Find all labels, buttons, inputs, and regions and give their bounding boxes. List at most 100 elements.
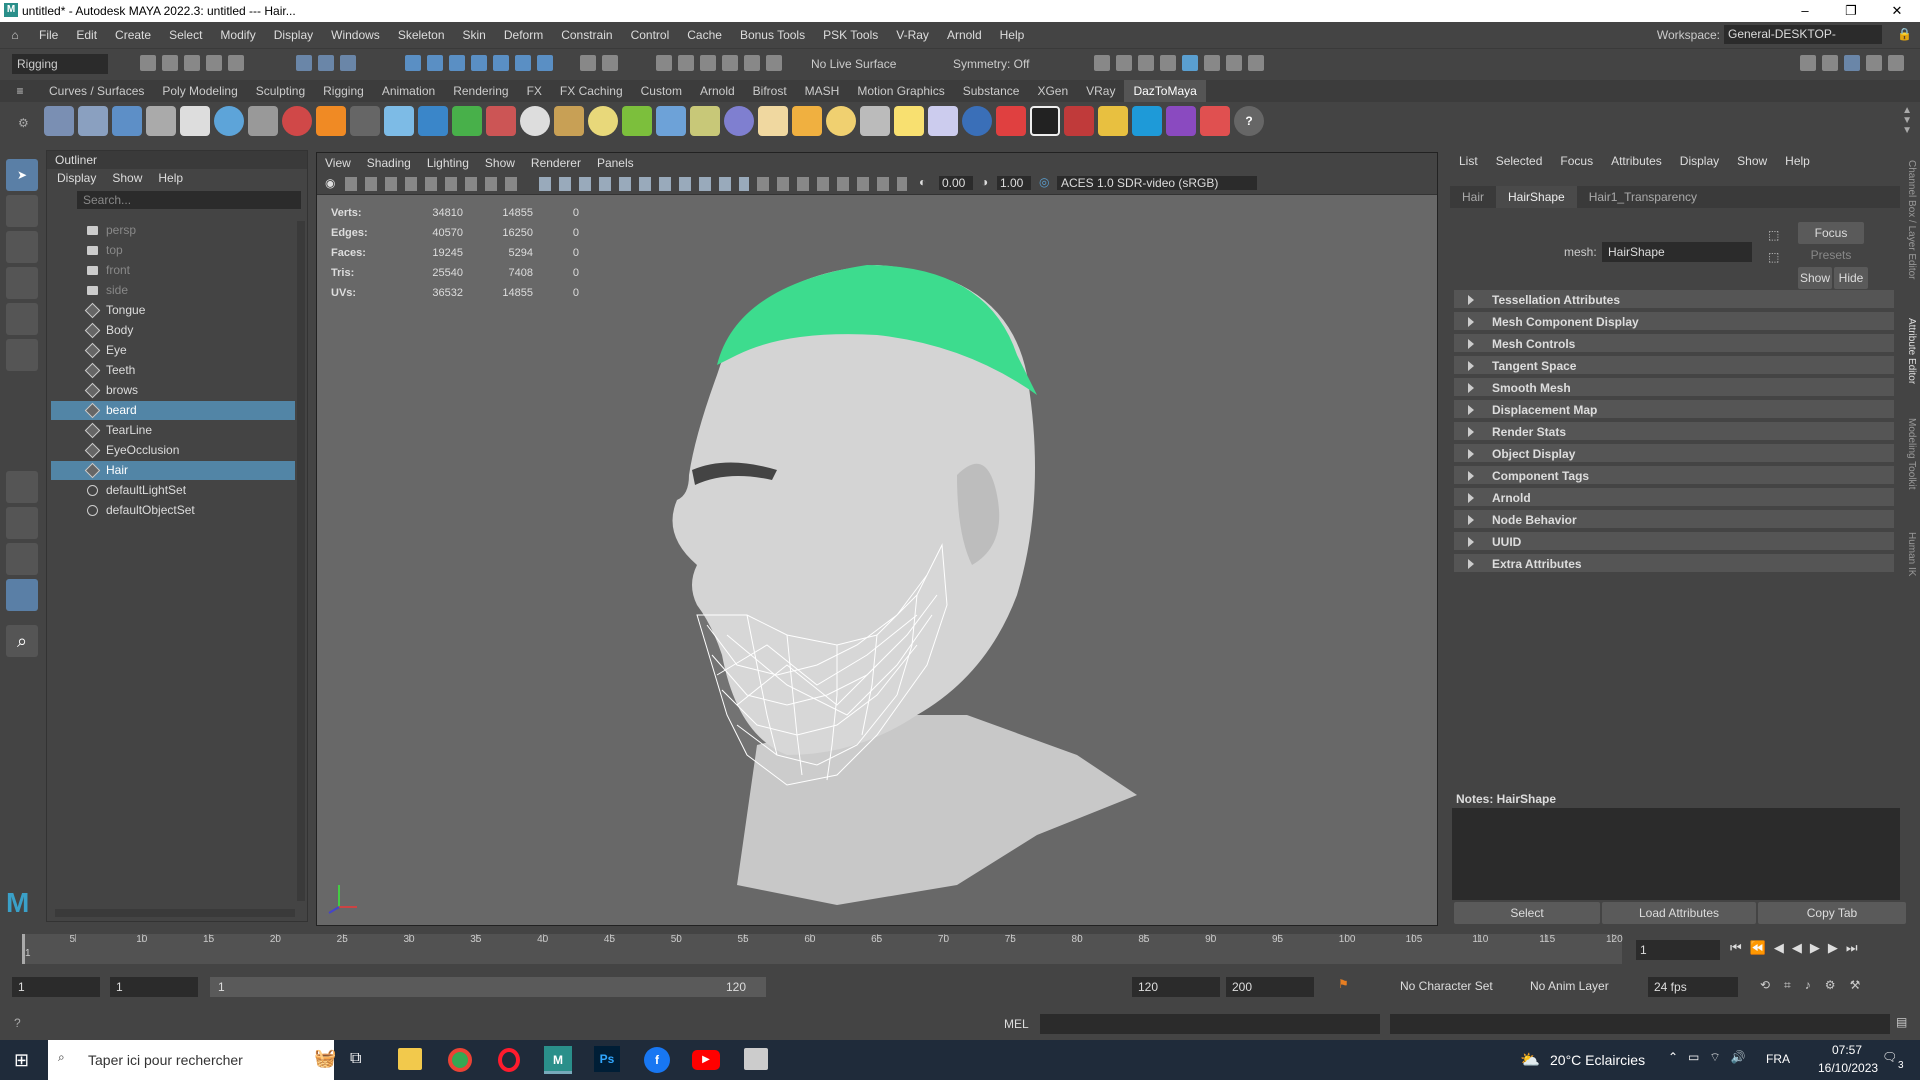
shelf-tab[interactable]: Poly Modeling xyxy=(153,80,246,102)
step-back-key-icon[interactable]: ⏪ xyxy=(1750,940,1774,955)
load-node-icon[interactable]: ⬚ xyxy=(1768,250,1779,264)
spotlight-icon[interactable] xyxy=(860,106,890,136)
ae-section-header[interactable]: Mesh Component Display xyxy=(1454,312,1894,332)
dome-icon[interactable] xyxy=(758,106,788,136)
snap-view-icon[interactable] xyxy=(471,55,487,71)
end-frame-field[interactable]: 120 xyxy=(1132,977,1220,997)
tool-settings-icon[interactable] xyxy=(1866,55,1882,71)
shelf-tab[interactable]: XGen xyxy=(1028,80,1077,102)
color-management-icon[interactable]: ◎ xyxy=(1039,175,1049,189)
vp-menu-view[interactable]: View xyxy=(317,156,359,170)
range-bar[interactable]: 1 120 xyxy=(210,977,766,997)
sun-icon[interactable] xyxy=(826,106,856,136)
globe-icon[interactable] xyxy=(588,106,618,136)
render-current-icon[interactable] xyxy=(1116,55,1132,71)
go-end-icon[interactable]: ⏭ xyxy=(1846,940,1866,955)
select-tool-icon[interactable]: ➤ xyxy=(6,159,38,191)
app-window-icon[interactable] xyxy=(744,1048,768,1070)
notes-textarea[interactable] xyxy=(1452,808,1900,900)
menu-help[interactable]: Help xyxy=(991,28,1034,42)
shading-ball-icon[interactable] xyxy=(520,106,550,136)
language-indicator[interactable]: FRA xyxy=(1766,1052,1790,1066)
vp-menu-shading[interactable]: Shading xyxy=(359,156,419,170)
menu-create[interactable]: Create xyxy=(106,28,160,42)
daz-import-icon[interactable] xyxy=(44,106,74,136)
ae-section-header[interactable]: Component Tags xyxy=(1454,466,1894,486)
cloud-icon[interactable] xyxy=(1132,106,1162,136)
menu-constrain[interactable]: Constrain xyxy=(552,28,621,42)
menuset-dropdown[interactable]: Rigging xyxy=(12,54,108,74)
script-editor-icon[interactable]: ▤ xyxy=(1896,1015,1907,1029)
ae-menu-list[interactable]: List xyxy=(1450,154,1487,168)
outliner-menu-show[interactable]: Show xyxy=(112,169,142,187)
ipr-render-icon[interactable] xyxy=(678,55,694,71)
menu-skin[interactable]: Skin xyxy=(454,28,495,42)
symmetry-dropdown[interactable]: Symmetry: Off xyxy=(948,54,1038,74)
modeling-toolkit-icon[interactable] xyxy=(1800,55,1816,71)
outliner-item[interactable]: side xyxy=(51,281,295,300)
notepad-icon[interactable] xyxy=(180,106,210,136)
menu-modify[interactable]: Modify xyxy=(211,28,264,42)
ae-menu-help[interactable]: Help xyxy=(1776,154,1819,168)
shelf-tab[interactable]: Motion Graphics xyxy=(848,80,953,102)
file-explorer-icon[interactable] xyxy=(398,1048,422,1070)
shelf-tab[interactable]: Sculpting xyxy=(247,80,314,102)
new-scene-icon[interactable] xyxy=(140,55,156,71)
move-tool-icon[interactable] xyxy=(6,267,38,299)
pause-icon[interactable] xyxy=(1248,55,1264,71)
step-back-icon[interactable]: ◀ xyxy=(1774,940,1792,955)
ae-section-header[interactable]: Arnold xyxy=(1454,488,1894,508)
select-hierarchy-icon[interactable] xyxy=(296,55,312,71)
undo-icon[interactable] xyxy=(206,55,222,71)
anim-layer-dropdown[interactable]: No Anim Layer xyxy=(1530,979,1609,993)
construction-history-icon[interactable] xyxy=(602,55,618,71)
blue-sphere-icon[interactable] xyxy=(962,106,992,136)
shelf-tab[interactable]: Custom xyxy=(632,80,691,102)
current-frame-field[interactable]: 1 xyxy=(1636,940,1720,960)
outliner-hscrollbar[interactable] xyxy=(55,909,295,917)
curve-hair-icon[interactable] xyxy=(690,106,720,136)
outliner-item[interactable]: defaultLightSet xyxy=(51,481,295,500)
start-frame-field[interactable]: 1 xyxy=(12,977,100,997)
colorspace-dropdown[interactable]: ACES 1.0 SDR-video (sRGB) xyxy=(1057,176,1257,190)
terrain-icon[interactable] xyxy=(452,106,482,136)
search-icon[interactable]: ⌕ xyxy=(6,625,38,657)
ae-menu-show[interactable]: Show xyxy=(1728,154,1776,168)
clock-date[interactable]: 16/10/2023 xyxy=(1818,1061,1878,1075)
workspace-dropdown[interactable]: General-DESKTOP-C96IEDB* xyxy=(1724,25,1882,60)
weather-text[interactable]: 20°C Eclaircies xyxy=(1550,1052,1645,1068)
menu-display[interactable]: Display xyxy=(265,28,322,42)
notification-icon[interactable]: 🗨 xyxy=(1882,1050,1897,1064)
minimize-button[interactable]: – xyxy=(1782,0,1828,22)
render-frame-icon[interactable] xyxy=(656,55,672,71)
task-view-icon[interactable]: ⧉ xyxy=(350,1050,361,1068)
select-object-icon[interactable] xyxy=(318,55,334,71)
anim-start-field[interactable]: 1 xyxy=(110,977,198,997)
snap-grid-icon[interactable] xyxy=(405,55,421,71)
render-setup-icon[interactable] xyxy=(744,55,760,71)
outliner-search-input[interactable]: Search... xyxy=(77,191,301,209)
outliner-item[interactable]: front xyxy=(51,261,295,280)
lock-icon[interactable]: 🔒 xyxy=(1897,27,1912,41)
outliner-layout-icon[interactable] xyxy=(6,579,38,611)
clock-time[interactable]: 07:57 xyxy=(1832,1043,1862,1057)
ae-select-button[interactable]: Select xyxy=(1454,902,1600,924)
outliner-item[interactable]: Body xyxy=(51,321,295,340)
ae-section-header[interactable]: Extra Attributes xyxy=(1454,554,1894,574)
lasso-tool-icon[interactable] xyxy=(6,195,38,227)
camera-attributes-icon[interactable]: ◉ xyxy=(325,176,335,190)
ae-section-header[interactable]: Mesh Controls xyxy=(1454,334,1894,354)
outliner-item[interactable]: beard xyxy=(51,401,295,420)
shelf-tab[interactable]: Rendering xyxy=(444,80,517,102)
shelf-tab[interactable]: Arnold xyxy=(691,80,744,102)
outliner-item[interactable]: Hair xyxy=(51,461,295,480)
menu-windows[interactable]: Windows xyxy=(322,28,389,42)
arnold-render-icon[interactable] xyxy=(1182,55,1198,71)
shelf-tab[interactable]: Substance xyxy=(954,80,1029,102)
history-icon[interactable] xyxy=(580,55,596,71)
menu-arnold[interactable]: Arnold xyxy=(938,28,991,42)
timeline-track[interactable]: 1 5 10 15 20 25 30 35 40 45 50 55 60 65 70 75 80 85 90 95 1… xyxy=(22,934,1623,964)
planet-icon[interactable] xyxy=(724,106,754,136)
ae-menu-selected[interactable]: Selected xyxy=(1487,154,1552,168)
mel-label[interactable]: MEL xyxy=(1004,1017,1029,1031)
